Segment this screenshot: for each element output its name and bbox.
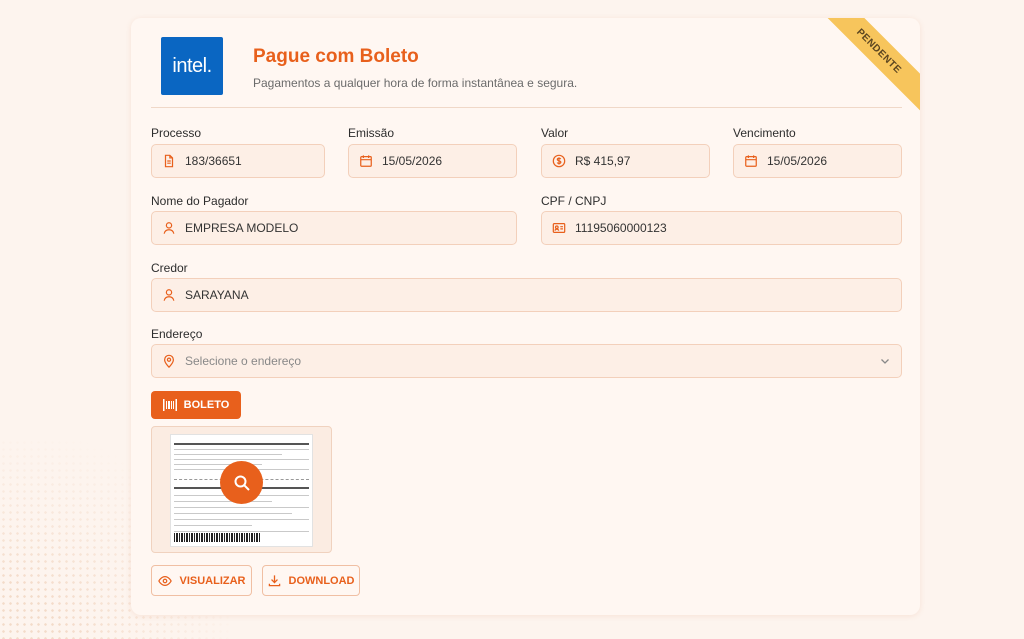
person-icon <box>162 288 176 302</box>
endereco-select[interactable]: Selecione o endereço <box>151 344 902 378</box>
pagador-field[interactable]: EMPRESA MODELO <box>151 211 517 245</box>
processo-value: 183/36651 <box>185 154 242 168</box>
page-subtitle: Pagamentos a qualquer hora de forma inst… <box>253 76 578 90</box>
barcode-icon <box>162 399 177 411</box>
document-icon <box>162 154 176 168</box>
emissao-label: Emissão <box>348 126 395 140</box>
vencimento-value: 15/05/2026 <box>767 154 828 168</box>
dollar-icon <box>552 154 566 168</box>
cpf-value: 11195060000123 <box>575 221 667 235</box>
location-icon <box>162 354 176 368</box>
eye-icon <box>157 575 172 586</box>
credor-field[interactable]: SARAYANA <box>151 278 902 312</box>
emissao-field[interactable]: 15/05/2026 <box>348 144 517 178</box>
valor-value: R$ 415,97 <box>575 154 631 168</box>
emissao-value: 15/05/2026 <box>382 154 443 168</box>
processo-label: Processo <box>151 126 202 140</box>
boleto-card: PENDENTE intel. Pague com Boleto Pagamen… <box>131 18 920 615</box>
boleto-preview[interactable] <box>151 426 332 553</box>
cpf-field[interactable]: 11195060000123 <box>541 211 902 245</box>
calendar-icon <box>359 154 373 168</box>
chevron-down-icon[interactable] <box>879 355 891 367</box>
visualizar-button-label: VISUALIZAR <box>179 574 246 587</box>
cpf-label: CPF / CNPJ <box>541 194 607 208</box>
pagador-label: Nome do Pagador <box>151 194 249 208</box>
processo-field[interactable]: 183/36651 <box>151 144 325 178</box>
boleto-button-label: BOLETO <box>183 399 230 411</box>
vencimento-field[interactable]: 15/05/2026 <box>733 144 902 178</box>
id-card-icon <box>552 221 566 235</box>
valor-field[interactable]: R$ 415,97 <box>541 144 710 178</box>
search-icon <box>234 475 250 491</box>
calendar-icon <box>744 154 758 168</box>
endereco-label: Endereço <box>151 327 203 341</box>
person-icon <box>162 221 176 235</box>
vencimento-label: Vencimento <box>733 126 796 140</box>
boleto-button[interactable]: BOLETO <box>151 391 241 419</box>
status-ribbon: PENDENTE <box>816 18 920 114</box>
page-title: Pague com Boleto <box>253 46 419 67</box>
credor-label: Credor <box>151 261 188 275</box>
zoom-button[interactable] <box>220 461 263 504</box>
valor-label: Valor <box>541 126 569 140</box>
barcode <box>174 533 260 542</box>
header-divider <box>151 107 902 108</box>
download-button-label: DOWNLOAD <box>288 574 355 587</box>
download-button[interactable]: DOWNLOAD <box>262 565 360 596</box>
visualizar-button[interactable]: VISUALIZAR <box>151 565 252 596</box>
download-icon <box>268 575 280 587</box>
credor-value: SARAYANA <box>185 288 249 302</box>
pagador-value: EMPRESA MODELO <box>185 221 299 235</box>
company-logo: intel. <box>161 37 223 95</box>
endereco-placeholder: Selecione o endereço <box>185 354 302 368</box>
